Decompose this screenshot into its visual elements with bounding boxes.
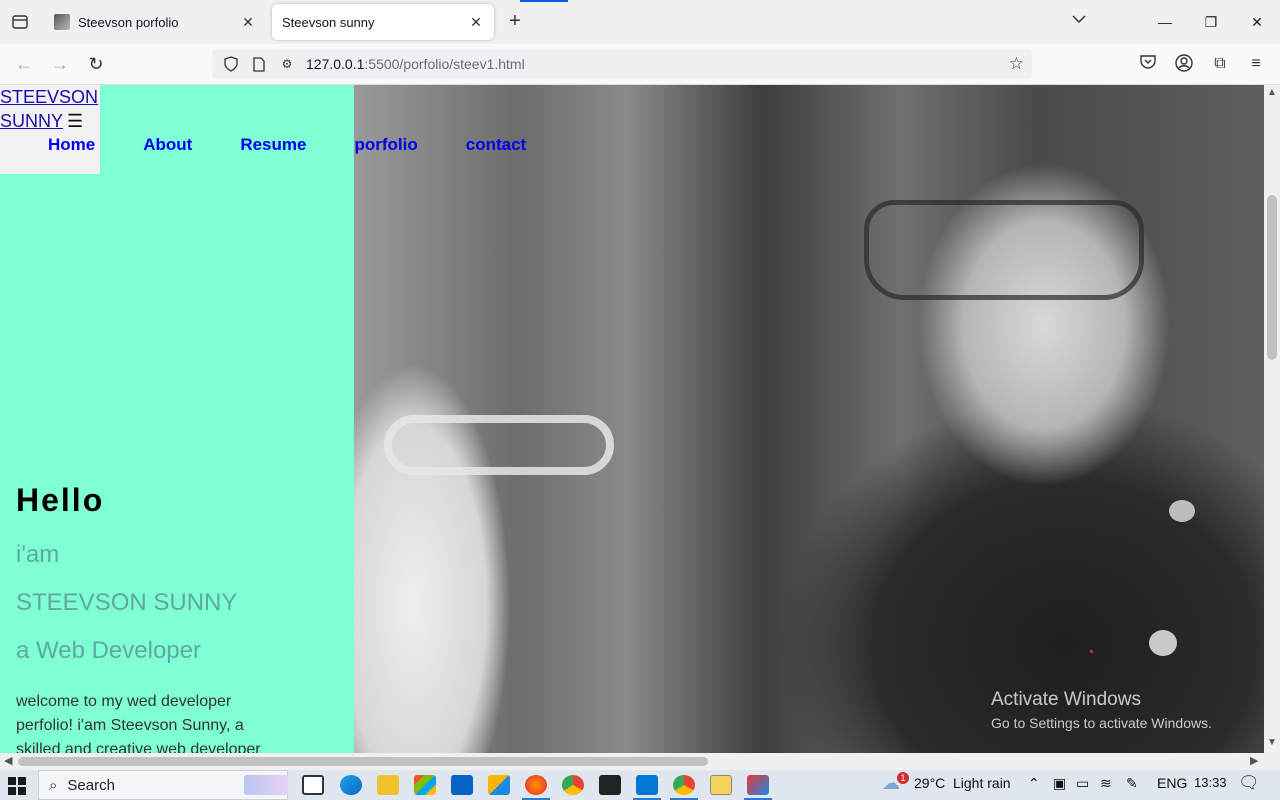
photo-detail bbox=[864, 200, 1144, 300]
hero-welcome-text: welcome to my wed developer perfolio! i'… bbox=[16, 693, 261, 753]
restore-button[interactable]: ❐ bbox=[1188, 10, 1234, 34]
search-label: Search bbox=[67, 776, 115, 794]
notepad-icon[interactable] bbox=[710, 775, 732, 795]
battery-icon[interactable]: ▭ bbox=[1076, 775, 1089, 792]
watermark-subtitle: Go to Settings to activate Windows. bbox=[991, 715, 1212, 731]
minimize-button[interactable]: — bbox=[1142, 10, 1188, 34]
photo-detail bbox=[1090, 650, 1093, 653]
scroll-up-icon[interactable]: ▲ bbox=[1267, 87, 1277, 98]
activate-windows-watermark: Activate Windows Go to Settings to activ… bbox=[991, 689, 1212, 731]
photo-detail bbox=[384, 415, 614, 475]
scroll-left-icon[interactable]: ◀ bbox=[4, 754, 12, 767]
pocket-icon[interactable] bbox=[1138, 54, 1158, 74]
site-nav: Home About Resume porfolio contact bbox=[48, 135, 574, 155]
scroll-thumb[interactable] bbox=[18, 757, 708, 766]
watermark-title: Activate Windows bbox=[991, 689, 1141, 710]
url-host: 127.0.0.1 bbox=[306, 56, 365, 72]
edge-icon[interactable] bbox=[340, 775, 362, 795]
search-highlight-icon[interactable] bbox=[244, 775, 288, 795]
hero-iam: i'am bbox=[16, 541, 60, 568]
chevron-up-icon[interactable]: ⌃ bbox=[1028, 775, 1040, 792]
nav-home[interactable]: Home bbox=[48, 135, 95, 155]
photo-detail bbox=[1149, 630, 1177, 656]
back-button[interactable]: ← bbox=[12, 52, 36, 76]
firefox-icon[interactable] bbox=[525, 775, 547, 795]
hero-name: STEEVSON SUNNY bbox=[16, 589, 238, 616]
logo-line1: STEEVSON bbox=[0, 87, 99, 107]
mail-icon[interactable] bbox=[451, 775, 473, 795]
forward-button[interactable]: → bbox=[48, 52, 72, 76]
vscode-icon[interactable] bbox=[636, 775, 658, 795]
photo-detail bbox=[1169, 500, 1195, 522]
app-icon[interactable] bbox=[747, 775, 769, 795]
notification-icon[interactable]: 🗨 bbox=[1238, 773, 1260, 793]
logo-link[interactable]: STEEVSON SUNNY bbox=[0, 87, 98, 131]
horizontal-scrollbar[interactable]: ◀ ▶ bbox=[0, 753, 1264, 770]
weather-badge: 1 bbox=[897, 772, 909, 784]
scrollbar-corner bbox=[1264, 753, 1280, 770]
page-icon[interactable] bbox=[250, 55, 268, 73]
close-icon[interactable]: ✕ bbox=[240, 14, 256, 31]
nav-about[interactable]: About bbox=[143, 135, 192, 155]
app-icon[interactable] bbox=[488, 775, 510, 795]
hero-greeting: Hello bbox=[16, 482, 105, 518]
pen-icon[interactable]: ✎ bbox=[1126, 775, 1138, 792]
tab-title: Steevson sunny bbox=[282, 14, 375, 30]
page-viewport: STEEVSON SUNNY ☰ Hello i'am STEEVSON SUNNY… bbox=[0, 85, 1264, 753]
portrait-photo bbox=[354, 85, 1264, 753]
url-text[interactable]: 127.0.0.1:5500/porfolio/steev1.html bbox=[306, 56, 525, 72]
tab-bar: Steevson porfolio ✕ Steevson sunny ✕ + —… bbox=[0, 0, 1280, 44]
meet-icon[interactable]: ▣ bbox=[1053, 775, 1066, 792]
nav-contact[interactable]: contact bbox=[466, 135, 526, 155]
bookmark-star-icon[interactable]: ☆ bbox=[1009, 54, 1024, 74]
windows-taskbar: ⌕ Search ☁ 1 29°C Light rain ⌃ ▣ ▭ ≋ ✎ E… bbox=[0, 770, 1280, 800]
url-bar[interactable]: ⚙ 127.0.0.1:5500/porfolio/steev1.html ☆ bbox=[212, 49, 1032, 79]
account-icon[interactable] bbox=[1174, 54, 1194, 74]
navigation-toolbar: ← → ↻ ⚙ 127.0.0.1:5500/porfolio/steev1.h… bbox=[0, 44, 1280, 85]
close-window-button[interactable]: ✕ bbox=[1234, 10, 1280, 34]
scroll-thumb[interactable] bbox=[1267, 195, 1277, 360]
windows-start-icon[interactable] bbox=[8, 777, 26, 795]
wifi-icon[interactable]: ≋ bbox=[1100, 775, 1112, 792]
hero-role: a Web Developer bbox=[16, 637, 201, 664]
scroll-down-icon[interactable]: ▼ bbox=[1267, 737, 1277, 748]
new-tab-button[interactable]: + bbox=[504, 10, 526, 34]
extensions-icon[interactable]: ⧉ bbox=[1210, 54, 1230, 74]
hero-panel: STEEVSON SUNNY ☰ Hello i'am STEEVSON SUNNY… bbox=[0, 85, 354, 753]
tab-indicator bbox=[520, 0, 568, 2]
search-icon: ⌕ bbox=[49, 776, 58, 794]
weather-desc[interactable]: Light rain bbox=[953, 775, 1011, 791]
terminal-icon[interactable] bbox=[599, 775, 621, 795]
site-logo: STEEVSON SUNNY ☰ bbox=[0, 85, 100, 174]
vertical-scrollbar[interactable]: ▲ ▼ bbox=[1264, 85, 1280, 753]
tab-title: Steevson porfolio bbox=[78, 14, 179, 30]
language-indicator[interactable]: ENG bbox=[1157, 775, 1187, 791]
weather-temp[interactable]: 29°C bbox=[914, 775, 945, 791]
store-icon[interactable] bbox=[414, 775, 436, 795]
chrome-icon[interactable] bbox=[562, 775, 584, 795]
hamburger-menu-icon[interactable]: ☰ bbox=[67, 111, 83, 131]
permissions-icon[interactable]: ⚙ bbox=[278, 55, 296, 73]
tab-favicon-icon bbox=[54, 14, 70, 30]
file-explorer-icon[interactable] bbox=[377, 775, 399, 795]
clock[interactable]: 13:33 bbox=[1194, 775, 1227, 790]
chrome-icon[interactable] bbox=[673, 775, 695, 795]
logo-line2: SUNNY bbox=[0, 111, 64, 131]
tab-steevson-sunny[interactable]: Steevson sunny ✕ bbox=[272, 4, 494, 40]
nav-porfolio[interactable]: porfolio bbox=[354, 135, 417, 155]
tab-list-icon[interactable] bbox=[8, 11, 32, 33]
reload-button[interactable]: ↻ bbox=[84, 52, 108, 76]
menu-icon[interactable]: ≡ bbox=[1246, 54, 1266, 74]
nav-resume[interactable]: Resume bbox=[240, 135, 306, 155]
url-path: :5500/porfolio/steev1.html bbox=[364, 56, 525, 72]
scroll-right-icon[interactable]: ▶ bbox=[1250, 754, 1258, 767]
task-view-icon[interactable] bbox=[302, 775, 324, 795]
close-icon[interactable]: ✕ bbox=[468, 14, 484, 31]
shield-icon[interactable] bbox=[222, 55, 240, 73]
tab-steevson-porfolio[interactable]: Steevson porfolio ✕ bbox=[44, 4, 266, 40]
chevron-down-icon[interactable] bbox=[1072, 12, 1086, 27]
